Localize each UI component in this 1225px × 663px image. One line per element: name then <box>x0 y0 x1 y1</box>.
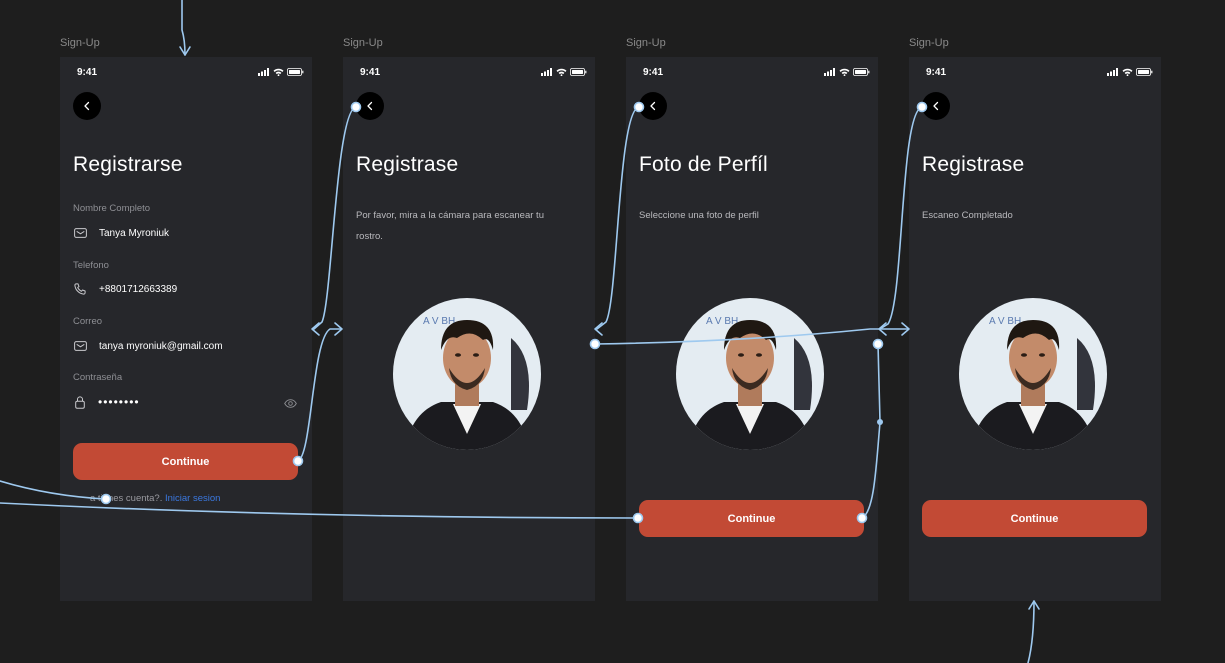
signal-icon <box>1107 68 1118 76</box>
page-subtitle: Por favor, mira a la cámara para escanea… <box>356 210 544 242</box>
phone-value: +8801712663389 <box>99 283 178 295</box>
exit-arrowhead <box>1028 600 1040 610</box>
page-subtitle: Escaneo Completado <box>922 210 1013 221</box>
status-time: 9:41 <box>360 67 381 78</box>
page-title: Registrase <box>356 153 459 176</box>
frame-label-1: Sign-Up <box>60 37 100 49</box>
field-label-password: Contraseña <box>73 372 123 383</box>
arrowhead-s4-in <box>901 322 910 336</box>
page-title: Registrase <box>922 153 1025 176</box>
name-value: Tanya Myroniuk <box>99 227 170 239</box>
mail-icon <box>73 339 87 353</box>
continue-button[interactable]: Continue <box>639 500 864 537</box>
wifi-icon <box>839 68 850 76</box>
status-time: 9:41 <box>77 67 98 78</box>
profile-photo[interactable]: A V BH <box>676 298 824 450</box>
mail-icon <box>73 226 87 240</box>
status-time: 9:41 <box>643 67 664 78</box>
exit-connector <box>1027 600 1035 663</box>
field-label-phone: Telefono <box>73 260 109 271</box>
status-time: 9:41 <box>926 67 947 78</box>
status-icons <box>1107 67 1153 77</box>
phone-icon <box>73 282 87 296</box>
field-label-name: Nombre Completo <box>73 203 151 214</box>
chevron-left-icon <box>367 101 373 111</box>
back-button[interactable] <box>73 92 101 120</box>
wifi-icon <box>273 68 284 76</box>
arrowhead-s1-in <box>311 322 320 336</box>
page-subtitle: Seleccione una foto de perfil <box>639 210 759 221</box>
battery-icon <box>287 68 304 76</box>
screen-registrarse: 9:41 Registrarse Nombre Completo Tanya M… <box>60 57 312 601</box>
scanned-face-photo: A V BH <box>959 298 1107 450</box>
wifi-icon <box>556 68 567 76</box>
eye-icon[interactable] <box>284 395 297 413</box>
signal-icon <box>258 68 269 76</box>
lock-icon <box>73 395 87 409</box>
screen-profile-photo: 9:41 Foto de Perfíl Seleccione una foto … <box>626 57 878 601</box>
login-link[interactable]: Iniciar sesion <box>165 493 220 504</box>
entry-connector <box>181 0 186 56</box>
phone-field[interactable]: +8801712663389 <box>73 281 299 297</box>
face-scan-photo: A V BH <box>393 298 541 450</box>
wifi-icon <box>1122 68 1133 76</box>
signal-icon <box>824 68 835 76</box>
continue-button[interactable]: Continue <box>922 500 1147 537</box>
password-value: •••••••• <box>98 395 140 409</box>
email-value: tanya myroniuk@gmail.com <box>99 340 223 352</box>
battery-icon <box>570 68 587 76</box>
back-button[interactable] <box>639 92 667 120</box>
password-field[interactable]: •••••••• <box>73 394 299 410</box>
login-prompt: a tienes cuenta?. Iniciar sesion <box>90 493 220 504</box>
page-title: Registrarse <box>73 153 183 176</box>
status-icons <box>824 67 870 77</box>
status-icons <box>258 67 304 77</box>
arrowhead-s3-in <box>878 322 887 336</box>
arrowhead-s2-right-in <box>594 322 603 336</box>
chevron-left-icon <box>933 101 939 111</box>
field-label-email: Correo <box>73 316 103 327</box>
signal-icon <box>541 68 552 76</box>
screen-face-scan: 9:41 Registrase Por favor, mira a la cám… <box>343 57 595 601</box>
name-field[interactable]: Tanya Myroniuk <box>73 225 299 241</box>
login-prompt-text: a tienes cuenta?. <box>90 493 163 504</box>
chevron-left-icon <box>84 101 90 111</box>
email-field[interactable]: tanya myroniuk@gmail.com <box>73 338 299 354</box>
back-button[interactable] <box>356 92 384 120</box>
arrowhead-s2-in <box>334 322 343 336</box>
frame-label-2: Sign-Up <box>343 37 383 49</box>
back-button[interactable] <box>922 92 950 120</box>
status-icons <box>541 67 587 77</box>
chevron-left-icon <box>650 101 656 111</box>
entry-arrowhead <box>179 46 191 56</box>
continue-button[interactable]: Continue <box>73 443 298 480</box>
battery-icon <box>853 68 870 76</box>
page-title: Foto de Perfíl <box>639 153 768 176</box>
frame-label-3: Sign-Up <box>626 37 666 49</box>
screen-scan-complete: 9:41 Registrase Escaneo Completado A V B… <box>909 57 1161 601</box>
battery-icon <box>1136 68 1153 76</box>
frame-label-4: Sign-Up <box>909 37 949 49</box>
